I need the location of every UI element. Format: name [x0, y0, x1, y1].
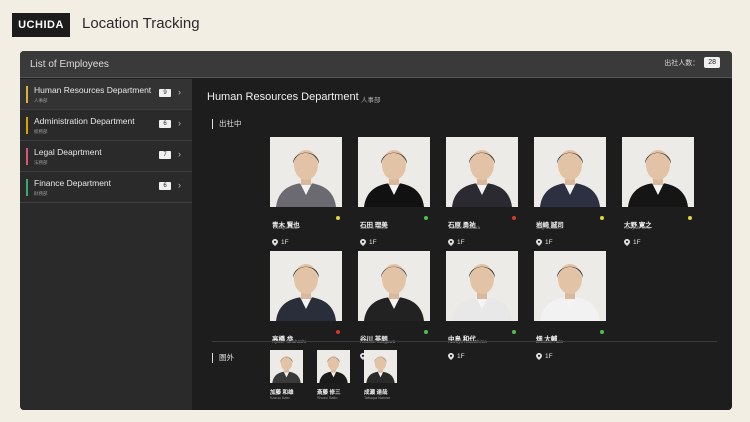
location-pin-icon	[448, 233, 457, 251]
employee-floor: 1F	[457, 238, 465, 246]
department-name: Administration Department	[34, 116, 135, 126]
location-pin-icon	[536, 233, 545, 251]
department-count-badge: 6	[159, 120, 171, 128]
employee-photo	[446, 137, 518, 207]
department-count-badge: 9	[159, 89, 171, 97]
window-title: List of Employees	[30, 59, 109, 70]
sidebar-item-finance[interactable]: Finance Department 財務部 6 ›	[20, 172, 192, 203]
employee-floor: 1F	[545, 238, 553, 246]
status-dot-icon	[600, 216, 604, 220]
status-dot-icon	[336, 330, 340, 334]
status-dot-icon	[512, 330, 516, 334]
status-dot-icon	[688, 216, 692, 220]
department-color-bar	[26, 86, 28, 103]
department-name: Finance Department	[34, 178, 112, 188]
employee-location: 1F	[536, 347, 553, 365]
employee-list-window: List of Employees 出社人数： 28 Human Resourc…	[20, 51, 732, 410]
status-dot-icon	[512, 216, 516, 220]
status-dot-icon	[336, 216, 340, 220]
chevron-right-icon: ›	[178, 149, 181, 159]
employee-name: 成瀬 達哉	[364, 390, 388, 396]
employee-location: 1F	[448, 233, 465, 251]
department-name-ja: 財務部	[34, 191, 48, 196]
status-dot-icon	[600, 330, 604, 334]
employee-name-roman: Kazuo Kato	[270, 396, 290, 400]
employee-name-roman: Satomi Ishida	[360, 225, 388, 230]
attendance-count: 出社人数： 28	[664, 57, 720, 68]
department-name-ja: 総務部	[34, 129, 48, 134]
employee-floor: 1F	[545, 352, 553, 360]
status-dot-icon	[424, 216, 428, 220]
department-name: Human Resources Department	[34, 85, 152, 95]
location-pin-icon	[448, 347, 457, 365]
employee-name-roman: Shuzo Saito	[317, 396, 338, 400]
location-pin-icon	[624, 233, 633, 251]
sidebar-item-legal[interactable]: Legal Deaprtment 法務部 7 ›	[20, 141, 192, 172]
department-detail: Human Resources Department 人事部 出社中 青木 賢也…	[192, 79, 732, 410]
employee-photo	[317, 350, 350, 383]
employee-name: 斎藤 修三	[317, 390, 341, 396]
app-title: Location Tracking	[82, 15, 200, 32]
location-pin-icon	[272, 233, 281, 251]
employee-photo	[358, 251, 430, 321]
employee-name: 加藤 和雄	[270, 390, 294, 396]
department-color-bar	[26, 148, 28, 165]
department-count-badge: 6	[159, 182, 171, 190]
department-name-ja: 法務部	[34, 160, 48, 165]
employee-location: 1F	[448, 347, 465, 365]
employee-photo	[534, 137, 606, 207]
employee-photo	[270, 350, 303, 383]
attendance-label: 出社人数：	[664, 59, 700, 67]
department-name-ja: 人事部	[34, 98, 48, 103]
employee-floor: 1F	[281, 238, 289, 246]
employee-photo	[534, 251, 606, 321]
employee-location: 1F	[624, 233, 641, 251]
in-office-section-label: 出社中	[212, 118, 242, 129]
employee-floor: 1F	[633, 238, 641, 246]
employee-photo	[622, 137, 694, 207]
employee-location: 1F	[360, 233, 377, 251]
employee-location: 1F	[536, 233, 553, 251]
employee-photo	[358, 137, 430, 207]
employee-floor: 1F	[457, 352, 465, 360]
out-of-range-section-label: 圏外	[212, 352, 234, 363]
sidebar-item-human-resources[interactable]: Human Resources Department 人事部 9 ›	[20, 79, 192, 110]
employee-photo	[446, 251, 518, 321]
employee-photo	[364, 350, 397, 383]
employee-photo	[270, 251, 342, 321]
window-header: List of Employees 出社人数： 28	[20, 51, 732, 78]
status-dot-icon	[424, 330, 428, 334]
employee-name-roman: Tetsuya Aoki	[272, 225, 298, 230]
department-sidebar: Human Resources Department 人事部 9 › Admin…	[20, 79, 192, 410]
department-color-bar	[26, 179, 28, 196]
attendance-badge: 28	[704, 57, 720, 68]
chevron-right-icon: ›	[178, 87, 181, 97]
location-pin-icon	[536, 347, 545, 365]
section-divider	[212, 341, 717, 342]
employee-name-roman: Hiroyuki Ono	[624, 225, 651, 230]
location-pin-icon	[360, 233, 369, 251]
employee-location: 1F	[272, 233, 289, 251]
department-color-bar	[26, 117, 28, 134]
chevron-right-icon: ›	[178, 180, 181, 190]
department-name: Legal Deaprtment	[34, 147, 102, 157]
employee-photo	[270, 137, 342, 207]
employee-name-roman: Seiji Iwasaki	[536, 225, 561, 230]
chevron-right-icon: ›	[178, 118, 181, 128]
employee-name-roman: Tatsuya Naruse	[364, 396, 391, 400]
employee-name-roman: Yusuke Ishihara	[448, 225, 481, 230]
department-title-ja: 人事部	[361, 97, 381, 104]
department-title: Human Resources Department	[207, 91, 359, 103]
employee-floor: 1F	[369, 238, 377, 246]
uchida-logo: UCHIDA	[12, 13, 70, 37]
top-bar: UCHIDA Location Tracking	[0, 0, 750, 50]
department-count-badge: 7	[159, 151, 171, 159]
sidebar-item-administration[interactable]: Administration Department 総務部 6 ›	[20, 110, 192, 141]
